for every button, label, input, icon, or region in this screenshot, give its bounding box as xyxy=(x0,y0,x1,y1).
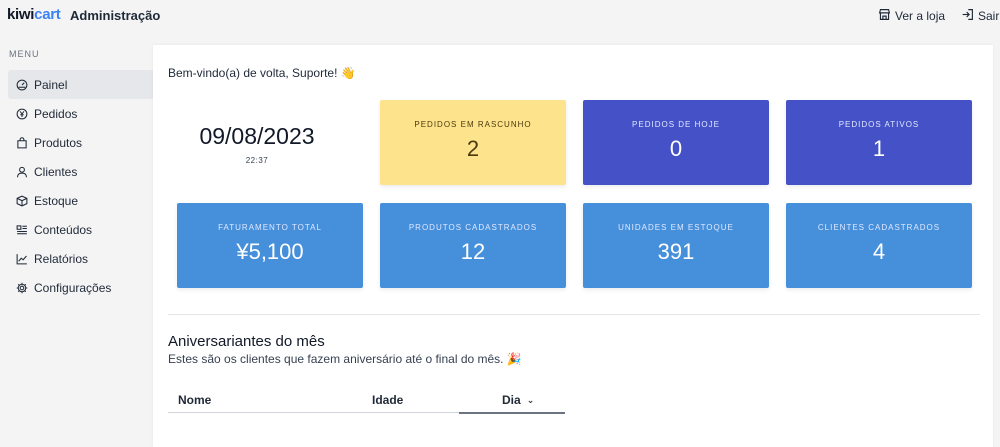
top-bar: kiwicart Administração Ver a loja Sair xyxy=(0,0,1000,32)
sorted-column-indicator xyxy=(459,412,565,414)
stat-card-stock-units[interactable]: UNIDADES EM ESTOQUE 391 xyxy=(583,203,769,288)
kiwicart-logo[interactable]: kiwicart xyxy=(7,6,61,23)
section-divider xyxy=(168,314,980,315)
stat-card-active-orders[interactable]: PEDIDOS ATIVOS 1 xyxy=(786,100,972,185)
stat-card-draft-orders[interactable]: PEDIDOS EM RASCUNHO 2 xyxy=(380,100,566,185)
welcome-message: Bem-vindo(a) de volta, Suporte! 👋 xyxy=(168,66,356,80)
current-date: 09/08/2023 xyxy=(199,123,315,149)
yen-icon xyxy=(16,108,28,120)
sidebar-item-relatorios[interactable]: Relatórios xyxy=(8,244,153,273)
chart-line-icon xyxy=(16,253,28,265)
dashboard-panel: Bem-vindo(a) de volta, Suporte! 👋 09/08/… xyxy=(153,45,993,447)
menu-label: MENU xyxy=(9,49,40,59)
stat-card-registered-customers[interactable]: CLIENTES CADASTRADOS 4 xyxy=(786,203,972,288)
user-icon xyxy=(16,166,28,178)
column-header-day[interactable]: Dia ⌄ xyxy=(502,393,534,407)
stat-card-total-revenue[interactable]: FATURAMENTO TOTAL ¥5,100 xyxy=(177,203,363,288)
sidebar-item-clientes[interactable]: Clientes xyxy=(8,157,153,186)
sidebar-item-pedidos[interactable]: Pedidos xyxy=(8,99,153,128)
box-icon xyxy=(16,195,28,207)
birthdays-subtitle: Estes são os clientes que fazem aniversá… xyxy=(168,352,522,366)
chevron-down-icon: ⌄ xyxy=(526,395,535,405)
gear-icon xyxy=(16,282,28,294)
stat-card-registered-products[interactable]: PRODUTOS CADASTRADOS 12 xyxy=(380,203,566,288)
exit-link[interactable]: Sair xyxy=(961,8,999,24)
current-time: 22:37 xyxy=(245,156,269,165)
sidebar-item-produtos[interactable]: Produtos xyxy=(8,128,153,157)
birthdays-title: Aniversariantes do mês xyxy=(168,333,325,350)
admin-title: Administração xyxy=(70,8,161,23)
sign-out-icon xyxy=(961,8,974,24)
sidebar-item-estoque[interactable]: Estoque xyxy=(8,186,153,215)
column-header-age[interactable]: Idade xyxy=(372,393,403,407)
date-display: 09/08/2023 22:37 xyxy=(177,123,337,165)
sidebar-item-painel[interactable]: Painel xyxy=(8,70,153,99)
sidebar-item-configuracoes[interactable]: Configurações xyxy=(8,273,153,302)
sidebar-item-conteudos[interactable]: Conteúdos xyxy=(8,215,153,244)
bag-icon xyxy=(16,136,28,149)
store-icon xyxy=(878,8,891,24)
column-header-name[interactable]: Nome xyxy=(178,393,211,407)
dashboard-icon xyxy=(16,79,28,91)
stat-card-today-orders[interactable]: PEDIDOS DE HOJE 0 xyxy=(583,100,769,185)
view-store-link[interactable]: Ver a loja xyxy=(878,8,945,24)
content-icon xyxy=(16,224,28,236)
